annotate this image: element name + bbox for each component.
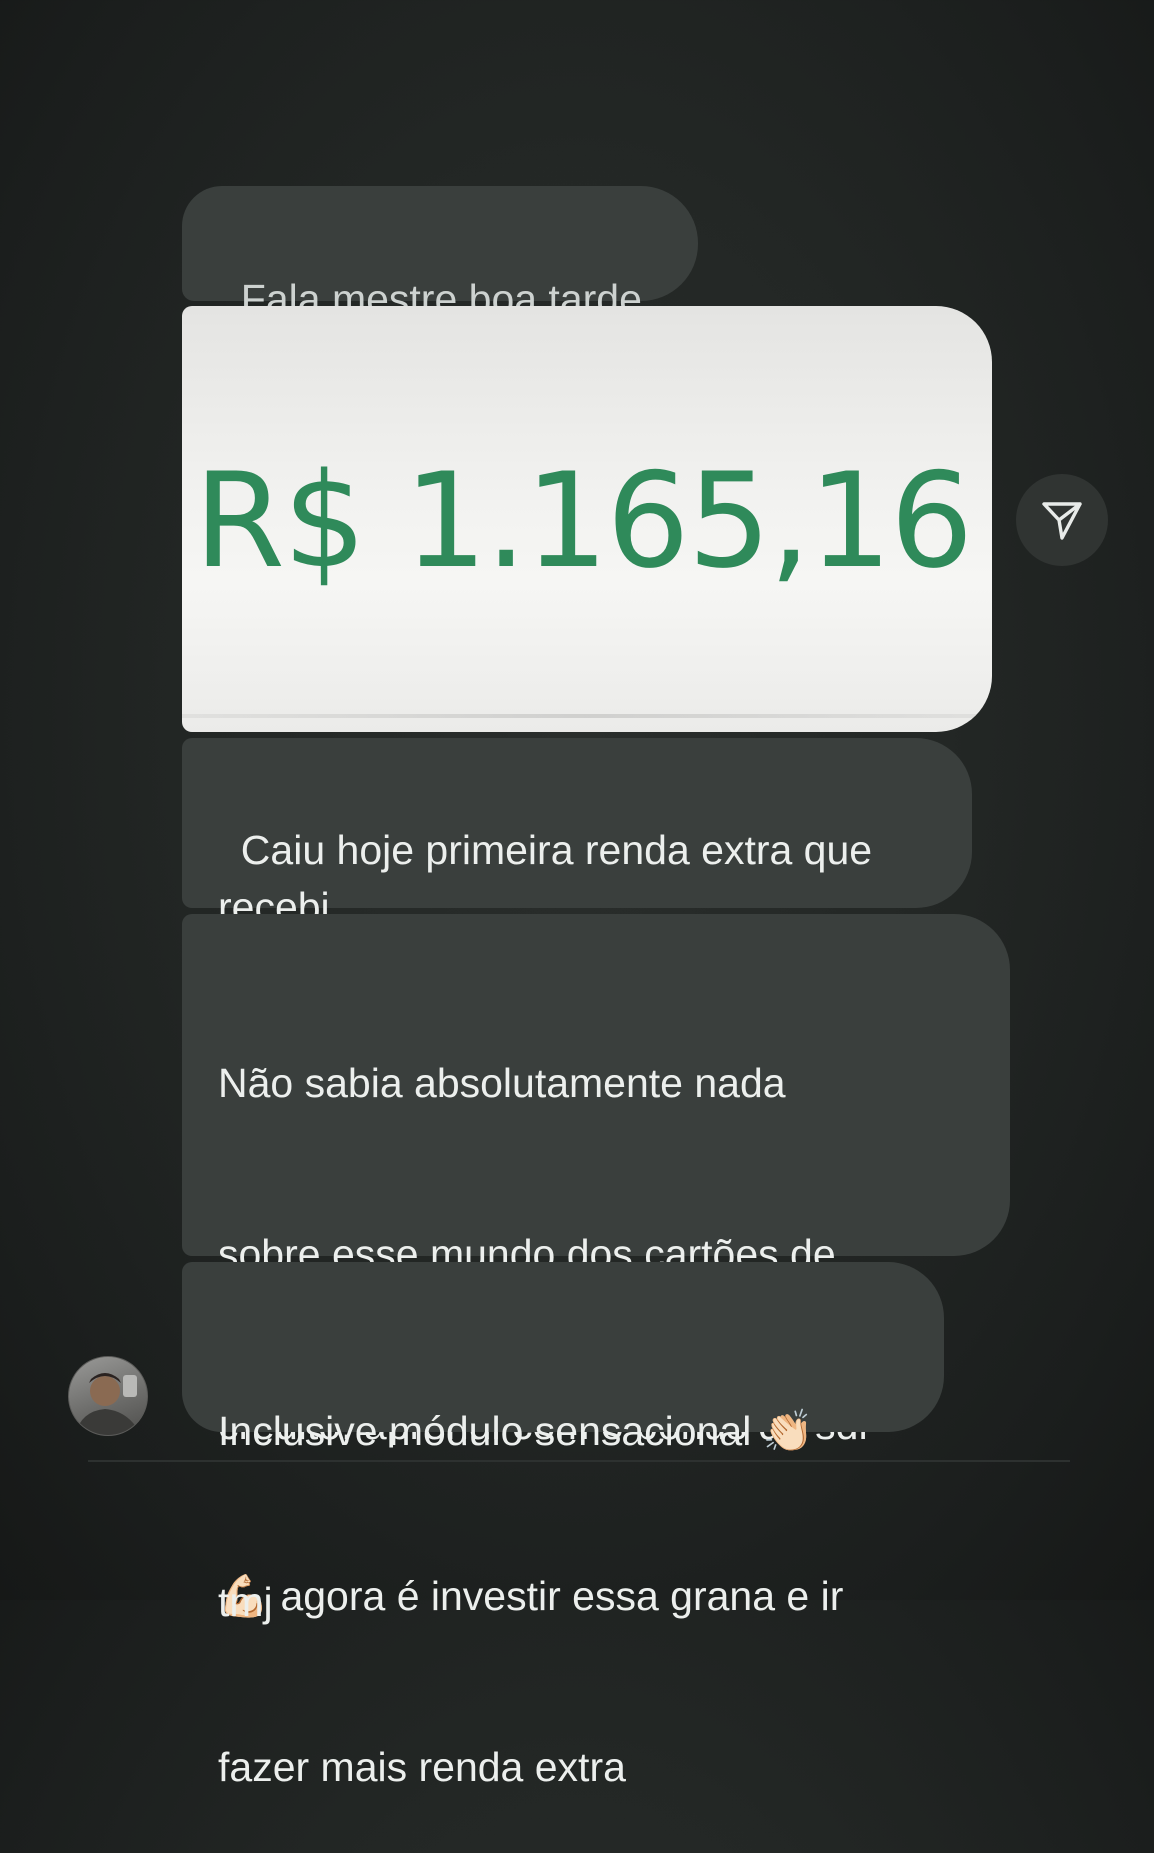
message-image-amount[interactable]: R$ 1.165,16 xyxy=(182,306,992,732)
divider xyxy=(88,1460,1070,1462)
message-line: Inclusive módulo sensacional 👏🏻 xyxy=(218,1403,908,1460)
sender-avatar[interactable] xyxy=(68,1356,148,1436)
amount-text: R$ 1.165,16 xyxy=(194,444,973,597)
message-line: tmj xyxy=(218,1579,273,1625)
message-line: Não sabia absolutamente nada xyxy=(218,1060,786,1106)
clapping-hands-emoji: 👏🏻 xyxy=(762,1407,814,1455)
message-bubble-first-income[interactable]: Caiu hoje primeira renda extra que receb… xyxy=(182,738,972,930)
person-photo-icon xyxy=(75,1373,141,1435)
paper-plane-icon xyxy=(1042,502,1082,540)
message-line-text: Inclusive módulo sensacional xyxy=(218,1408,763,1454)
message-bubble-greeting[interactable]: Fala mestre boa tarde xyxy=(182,186,698,322)
message-line: fazer mais renda extra xyxy=(218,1744,626,1790)
message-bubble-story[interactable]: Não sabia absolutamente nada sobre esse … xyxy=(182,914,1010,1790)
image-bottom-edge xyxy=(182,714,992,718)
share-button[interactable] xyxy=(1016,474,1108,566)
message-bubble-module[interactable]: Inclusive módulo sensacional 👏🏻 tmj xyxy=(182,1262,944,1625)
